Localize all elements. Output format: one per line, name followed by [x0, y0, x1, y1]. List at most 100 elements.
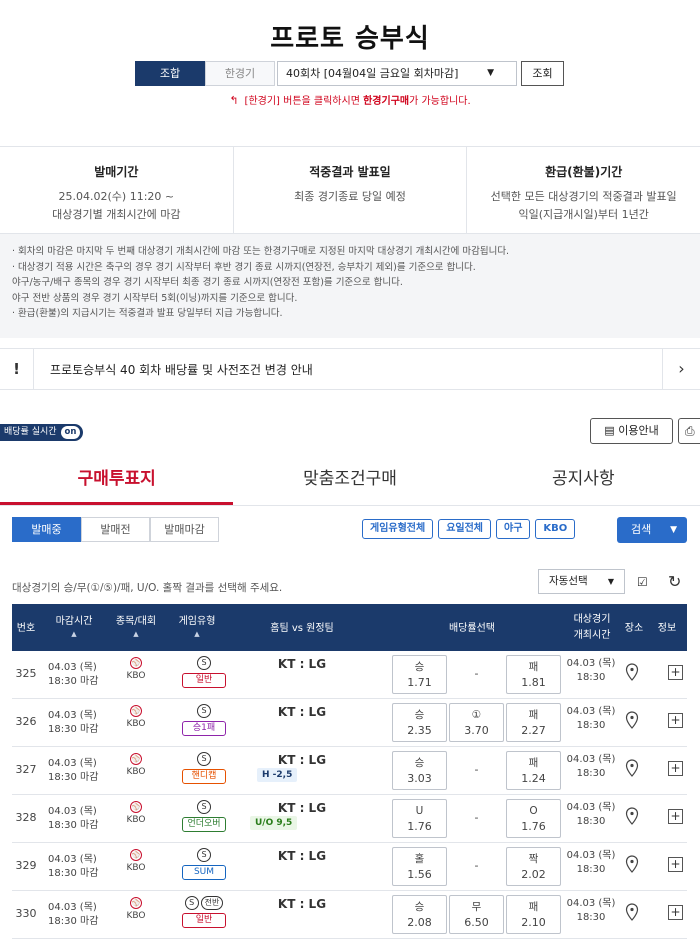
odds-home-button[interactable]: 승 2.08	[392, 895, 447, 934]
odds-away-button[interactable]: 패 1.24	[506, 751, 561, 790]
deadline-date: 04.03 (목)	[48, 662, 97, 673]
odds-home-button[interactable]: 승 2.35	[392, 703, 447, 742]
tab-single-game[interactable]: 한경기	[205, 61, 275, 86]
location-pin-icon[interactable]	[625, 759, 639, 777]
game-type-tag: SUM	[182, 865, 226, 880]
match-teams: KT : LG	[277, 801, 327, 815]
refresh-icon[interactable]: ↻	[668, 572, 681, 591]
return-arrow-icon: ↰	[229, 94, 239, 107]
odds-home-button[interactable]: 승 3.03	[392, 751, 447, 790]
col-gametype[interactable]: 게임유형 ▲	[168, 615, 226, 641]
plus-icon[interactable]: +	[668, 761, 683, 776]
match-teams: KT : LG	[277, 897, 327, 911]
main-tabs: 구매투표지 맞춤조건구매 공지사항	[0, 456, 700, 506]
notice-bar[interactable]: ! 프로토승부식 40 회차 배당률 및 사전조건 변경 안내 ›	[0, 348, 700, 390]
checkbox-filter-icon[interactable]: ☑	[637, 575, 651, 589]
plus-icon[interactable]: +	[668, 905, 683, 920]
location-pin-icon[interactable]	[625, 903, 639, 921]
info-result-date: 적중결과 발표일 최종 경기종료 당일 예정	[234, 147, 468, 233]
chevron-right-icon[interactable]: ›	[662, 349, 700, 389]
auto-select-dropdown[interactable]: 자동선택 ▼	[538, 569, 625, 594]
notes-box: · 회차의 마감은 마지막 두 번째 대상경기 개최시간에 마감 또는 한경기구…	[0, 234, 700, 338]
tab-on-sale[interactable]: 발매중	[12, 517, 81, 542]
info-line: 선택한 모든 대상경기의 적중결과 발표일	[490, 190, 677, 203]
odds-home-button[interactable]: 홀 1.56	[392, 847, 447, 886]
query-button[interactable]: 조회	[521, 61, 564, 86]
tab-pre-sale[interactable]: 발매전	[81, 517, 150, 542]
filter-weekday[interactable]: 요일전체	[438, 519, 492, 539]
col-deadline[interactable]: 마감시간 ▲	[44, 615, 104, 641]
location-pin-icon[interactable]	[625, 807, 639, 825]
odds-home-button[interactable]: U 1.76	[392, 799, 447, 838]
odds-value: 2.02	[521, 868, 546, 881]
start-date: 04.03 (목)	[566, 658, 616, 669]
round-select-value: 40회차 [04월04일 금요일 회차마감]	[286, 67, 459, 80]
odds-draw-button[interactable]: ① 3.70	[449, 703, 504, 742]
deadline: 04.03 (목) 18:30 마감	[48, 757, 98, 785]
odds-away-button[interactable]: 패 2.27	[506, 703, 561, 742]
search-label: 검색	[631, 523, 652, 536]
deadline-time: 18:30 마감	[48, 916, 99, 927]
start-date: 04.03 (목)	[566, 802, 616, 813]
notice-text[interactable]: 프로토승부식 40 회차 배당률 및 사전조건 변경 안내	[34, 361, 662, 378]
odds-away-button[interactable]: O 1.76	[506, 799, 561, 838]
live-odds-toggle[interactable]: 배당률 실시간 on	[0, 424, 84, 441]
league-name: KBO	[126, 863, 146, 873]
round-select[interactable]: 40회차 [04월04일 금요일 회차마감] ▼	[277, 61, 517, 86]
start-time: 04.03 (목) 18:30	[566, 801, 616, 829]
tab-ballot[interactable]: 구매투표지	[0, 456, 234, 505]
filter-league[interactable]: KBO	[535, 519, 576, 539]
start-time: 04.03 (목) 18:30	[566, 753, 616, 781]
odds-away-button[interactable]: 짝 2.02	[506, 847, 561, 886]
odds-label: U	[415, 805, 424, 817]
s-badge-icon: S	[197, 704, 211, 718]
print-button[interactable]: ⎙	[678, 418, 700, 444]
deadline-time: 18:30 마감	[48, 772, 99, 783]
odds-away-button[interactable]: 패 2.10	[506, 895, 561, 934]
location-pin-icon[interactable]	[625, 855, 639, 873]
tab-custom-purchase[interactable]: 맞춤조건구매	[233, 456, 466, 505]
baseball-icon: ⚾	[130, 849, 142, 861]
location-pin-icon[interactable]	[625, 711, 639, 729]
location-pin-icon[interactable]	[625, 663, 639, 681]
plus-icon[interactable]: +	[668, 857, 683, 872]
deadline-date: 04.03 (목)	[48, 902, 97, 913]
hint-text-prefix: [한경기] 버튼을 클릭하시면	[244, 96, 364, 107]
filter-game-type[interactable]: 게임유형전체	[362, 519, 434, 539]
odds-home-button[interactable]: 승 1.71	[392, 655, 447, 694]
col-sport[interactable]: 종목/대회 ▲	[110, 615, 162, 641]
deadline: 04.03 (목) 18:30 마감	[48, 709, 98, 737]
mode-tabs: 조합 한경기	[135, 61, 275, 86]
plus-icon[interactable]: +	[668, 665, 683, 680]
tab-notices[interactable]: 공지사항	[467, 456, 700, 505]
start-clock: 18:30	[576, 768, 606, 779]
tab-combination[interactable]: 조합	[135, 61, 205, 86]
odds-value: 3.03	[407, 772, 432, 785]
filter-sport[interactable]: 야구	[496, 519, 531, 539]
game-number: 325	[15, 667, 37, 680]
info-line: 25.04.02(수) 11:20 ~	[58, 190, 175, 203]
odds-draw-button[interactable]: 무 6.50	[449, 895, 504, 934]
toggle-switch[interactable]: on	[60, 426, 81, 439]
deadline-time: 18:30 마감	[48, 724, 99, 735]
match-teams: KT : LG	[277, 753, 327, 767]
plus-icon[interactable]: +	[668, 713, 683, 728]
baseball-icon: ⚾	[130, 657, 142, 669]
page-title: 프로토 승부식	[270, 24, 430, 54]
info-line: 익일(지급개시일)부터 1년간	[518, 208, 649, 221]
info-line: 최종 경기종료 당일 예정	[294, 190, 406, 203]
plus-icon[interactable]: +	[668, 809, 683, 824]
game-number: 329	[15, 859, 37, 872]
search-button[interactable]: 검색 ▼	[617, 517, 687, 543]
odds-label: 패	[528, 709, 539, 721]
table-row: 329 04.03 (목) 18:30 마감 ⚾ KBO S SUM KT : LG 홀 1.56…	[12, 843, 687, 891]
table-header: 번호 마감시간 ▲ 종목/대회 ▲ 게임유형 ▲ 홈팀 vs 원정팀 배당률선택 대상…	[12, 604, 687, 651]
odds-value: 2.35	[407, 724, 432, 737]
sale-state-tabs: 발매중 발매전 발매마감	[12, 517, 219, 542]
usage-guide-button[interactable]: ▤ 이용안내	[590, 418, 673, 444]
tab-sale-closed[interactable]: 발매마감	[150, 517, 219, 542]
game-type: S 전반 일반	[172, 896, 236, 928]
odds-away-button[interactable]: 패 1.81	[506, 655, 561, 694]
start-time: 04.03 (목) 18:30	[566, 705, 616, 733]
table-row: 330 04.03 (목) 18:30 마감 ⚾ KBO S 전반 일반 KT : LG 승 2.0…	[12, 891, 687, 939]
